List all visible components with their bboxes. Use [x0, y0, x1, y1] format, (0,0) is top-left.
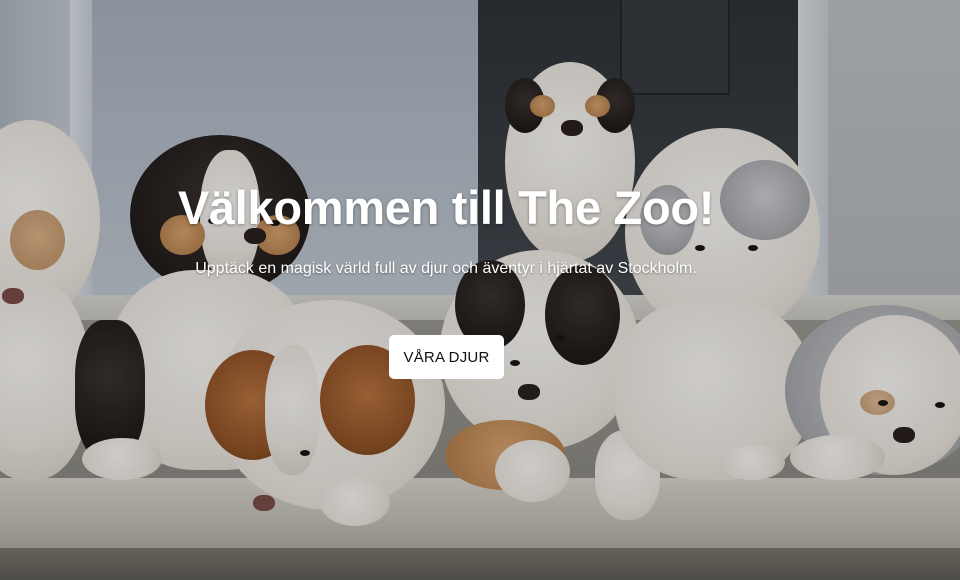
- hero-title: Välkommen till The Zoo!: [177, 181, 715, 234]
- hero-subtitle: Upptäck en magisk värld full av djur och…: [195, 260, 697, 277]
- our-animals-button[interactable]: VÅRA DJUR: [389, 335, 504, 379]
- hero-content: Välkommen till The Zoo! Upptäck en magis…: [0, 0, 960, 580]
- hero-section: Välkommen till The Zoo! Upptäck en magis…: [0, 0, 960, 580]
